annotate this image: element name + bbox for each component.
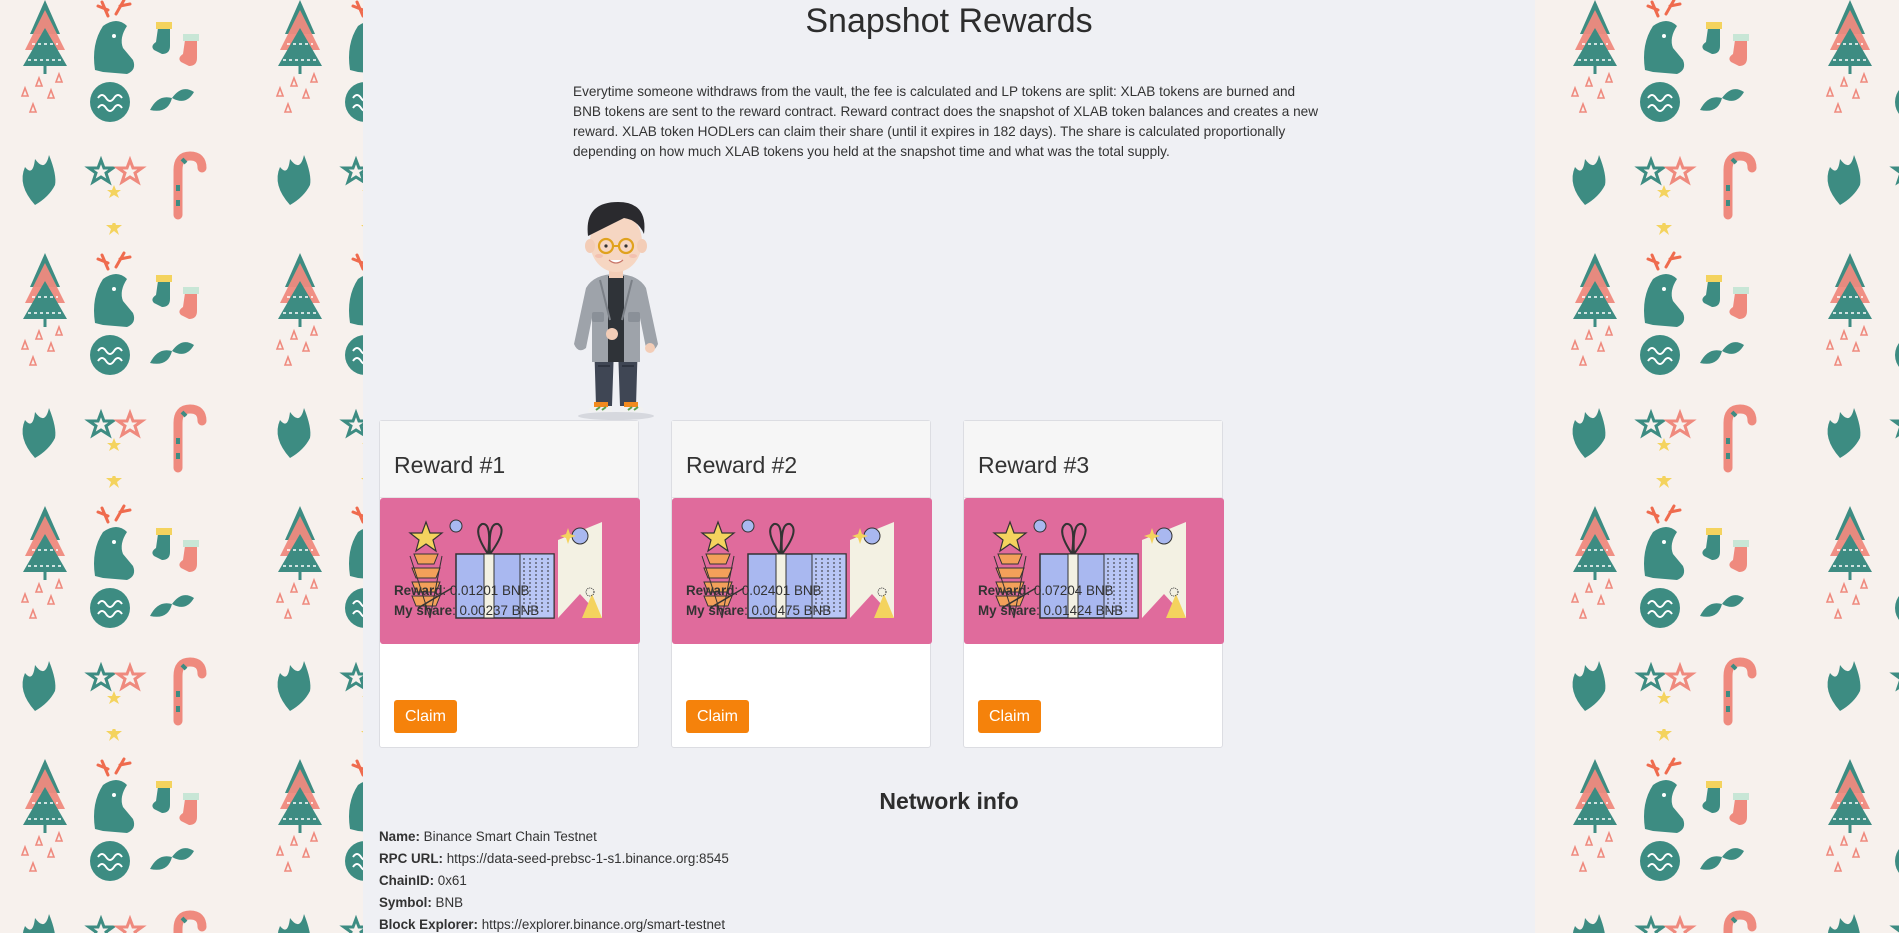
reward-title: Reward #3: [978, 452, 1090, 478]
page-title: Snapshot Rewards: [805, 2, 1093, 40]
holiday-pattern-icon: [0, 0, 363, 933]
claim-button-2[interactable]: Claim: [686, 700, 749, 733]
network-chain-id: ChainID: 0x61: [379, 873, 467, 888]
main-content: Snapshot Rewards Everytime someone withd…: [363, 0, 1535, 933]
network-info-title: Network info: [879, 788, 1019, 814]
reward-title: Reward #2: [686, 452, 798, 478]
right-holiday-pattern: [1535, 0, 1899, 933]
reward-amount: Reward: 0.07204 BNB: [978, 583, 1114, 598]
claim-button-1[interactable]: Claim: [394, 700, 457, 733]
gift-icon: [380, 498, 640, 644]
gift-icon: [964, 498, 1224, 644]
claim-button-3[interactable]: Claim: [978, 700, 1041, 733]
reward-card-1: Reward #1 Reward: 0.01201 BNB My share: …: [379, 420, 640, 748]
network-rpc-url: RPC URL: https://data-seed-prebsc-1-s1.b…: [379, 851, 729, 866]
reward-card-2: Reward #2 Reward: 0.02401 BNB My share: …: [671, 420, 932, 748]
my-share-amount: My share: 0.00237 BNB: [394, 603, 540, 618]
reward-title: Reward #1: [394, 452, 506, 478]
reward-amount: Reward: 0.01201 BNB: [394, 583, 530, 598]
avatar-illustration: [574, 202, 658, 420]
card-header: Reward #2: [672, 421, 930, 498]
network-block-explorer: Block Explorer: https://explorer.binance…: [379, 917, 726, 932]
my-share-amount: My share: 0.00475 BNB: [686, 603, 832, 618]
gift-icon: [672, 498, 932, 644]
network-name: Name: Binance Smart Chain Testnet: [379, 829, 597, 844]
network-symbol: Symbol: BNB: [379, 895, 464, 910]
card-header: Reward #3: [964, 421, 1222, 498]
intro-paragraph: Everytime someone withdraws from the vau…: [573, 84, 1319, 159]
left-holiday-pattern: [0, 0, 363, 933]
reward-amount: Reward: 0.02401 BNB: [686, 583, 822, 598]
reward-card-3: Reward #3 Reward: 0.07204 BNB My share: …: [963, 420, 1224, 748]
my-share-amount: My share: 0.01424 BNB: [978, 603, 1124, 618]
card-header: Reward #1: [380, 421, 638, 498]
holiday-pattern-icon: [1535, 0, 1899, 933]
